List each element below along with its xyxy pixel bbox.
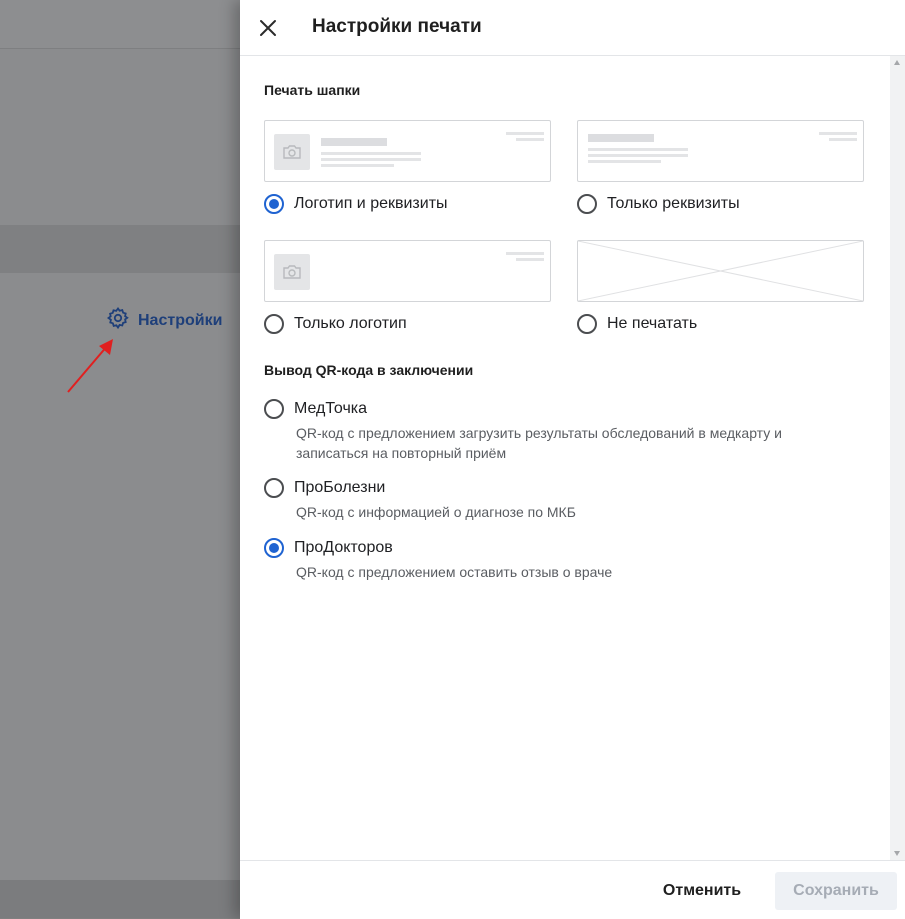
section-title-header-print: Печать шапки [264,82,361,98]
radio-requisites-only[interactable]: Только реквизиты [577,194,740,214]
radio-button[interactable] [264,478,284,498]
scroll-up-arrow-icon[interactable] [894,60,900,65]
radio-button[interactable] [264,194,284,214]
radio-logo-only[interactable]: Только логотип [264,314,407,334]
radio-label: Не печатать [607,315,698,332]
radio-logo-and-requisites[interactable]: Логотип и реквизиты [264,194,448,214]
preview-requisites-only[interactable] [577,120,864,182]
option-description: QR-код с информацией о диагнозе по МКБ [296,504,576,520]
close-icon[interactable] [256,16,280,40]
radio-no-print[interactable]: Не печатать [577,314,697,334]
background-band [0,225,240,273]
crossed-placeholder-icon [578,241,863,301]
settings-link[interactable]: Настройки [106,306,222,335]
preview-no-print[interactable] [577,240,864,302]
radio-button[interactable] [577,314,597,334]
radio-label: Только логотип [294,315,407,332]
scrollbar[interactable] [890,56,905,860]
option-description: QR-код с предложением загрузить результа… [296,425,782,461]
scroll-down-arrow-icon[interactable] [894,851,900,856]
drawer-footer: Отменить Сохранить [240,860,905,919]
drawer-header: Настройки печати [240,0,905,56]
radio-label: Только реквизиты [607,195,740,212]
camera-icon [274,254,310,290]
background-topbar [0,0,240,49]
radio-label: Логотип и реквизиты [294,195,448,212]
radio-button[interactable] [264,399,284,419]
camera-icon [274,134,310,170]
preview-logo-only[interactable] [264,240,551,302]
radio-label: МедТочка [294,400,368,417]
annotation-arrow [67,339,113,393]
preview-logo-and-requisites[interactable] [264,120,551,182]
radio-label: ПроБолезни [294,479,386,496]
drawer-content: Печать шапки Логотип и реквизиты Только … [240,56,890,860]
radio-medtochka[interactable]: МедТочка [264,399,367,419]
radio-button[interactable] [577,194,597,214]
settings-link-label: Настройки [138,311,223,329]
radio-prodoctorov[interactable]: ПроДокторов [264,538,393,558]
drawer-title: Настройки печати [312,16,482,37]
cancel-button[interactable]: Отменить [648,872,756,910]
section-title-qr: Вывод QR-кода в заключении [264,362,474,378]
gear-icon [106,306,130,335]
print-settings-drawer: Настройки печати Печать шапки Логотип и … [240,0,905,919]
option-description: QR-код с предложением оставить отзыв о в… [296,564,613,580]
background-page: Настройки [0,0,240,918]
save-button[interactable]: Сохранить [775,872,897,910]
radio-button[interactable] [264,538,284,558]
background-bottom-bar [0,880,240,918]
radio-button[interactable] [264,314,284,334]
radio-label: ПроДокторов [294,539,393,556]
radio-probolezni[interactable]: ПроБолезни [264,478,385,498]
